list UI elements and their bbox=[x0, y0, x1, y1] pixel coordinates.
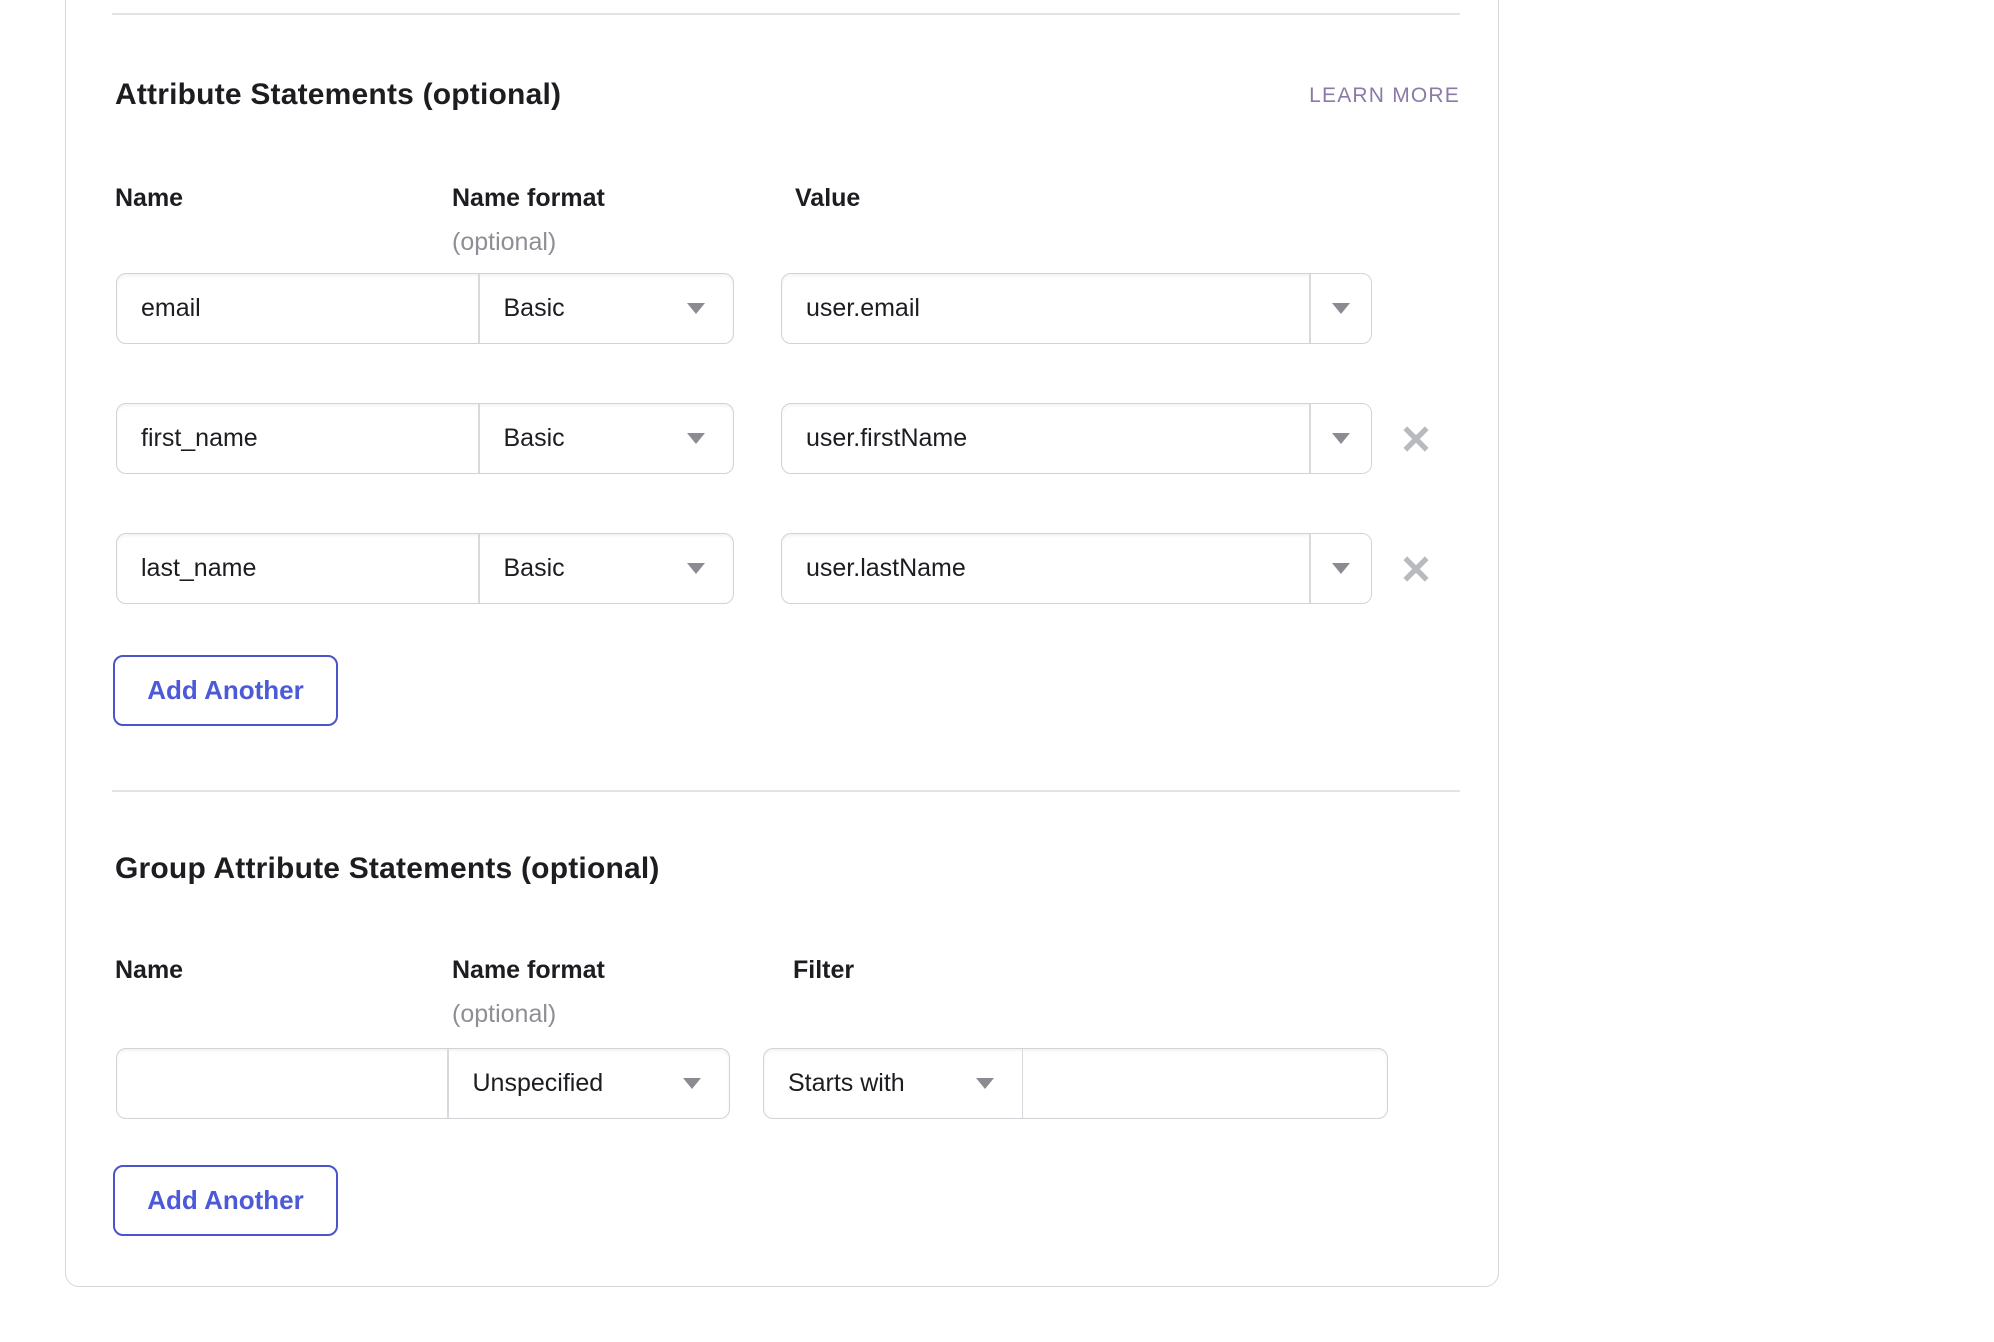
attribute-value-input[interactable] bbox=[782, 534, 1309, 603]
section-divider bbox=[112, 790, 1460, 792]
column-header-filter: Filter bbox=[793, 956, 854, 985]
attribute-row-2-value-group bbox=[781, 403, 1372, 474]
attribute-statements-title: Attribute Statements (optional) bbox=[115, 78, 561, 112]
group-filter-value-input[interactable] bbox=[1023, 1049, 1387, 1118]
attribute-name-format-value: Basic bbox=[504, 294, 565, 323]
top-divider bbox=[112, 13, 1460, 15]
column-header-value: Value bbox=[795, 184, 860, 213]
attribute-name-format-select[interactable]: Basic bbox=[480, 534, 734, 603]
remove-row-button[interactable] bbox=[1398, 551, 1434, 587]
x-mark-icon bbox=[1401, 424, 1431, 454]
attribute-value-dropdown-button[interactable] bbox=[1311, 274, 1372, 343]
attribute-name-input[interactable] bbox=[117, 534, 478, 603]
group-filter-type-value: Starts with bbox=[788, 1069, 905, 1098]
group-row-name-group: Unspecified bbox=[116, 1048, 730, 1119]
x-mark-icon bbox=[1401, 554, 1431, 584]
chevron-down-icon bbox=[683, 1078, 701, 1089]
attribute-value-input[interactable] bbox=[782, 404, 1309, 473]
chevron-down-icon bbox=[687, 563, 705, 574]
column-header-name: Name bbox=[115, 184, 183, 213]
attribute-row-3-name-group: Basic bbox=[116, 533, 734, 604]
remove-row-button[interactable] bbox=[1398, 421, 1434, 457]
column-hint-optional: (optional) bbox=[452, 228, 556, 257]
group-name-format-select[interactable]: Unspecified bbox=[449, 1049, 730, 1118]
chevron-down-icon bbox=[1332, 433, 1350, 444]
attribute-row-3-value-group bbox=[781, 533, 1372, 604]
attribute-name-format-value: Basic bbox=[504, 554, 565, 583]
group-attribute-statements-title: Group Attribute Statements (optional) bbox=[115, 852, 660, 886]
attribute-row-1-name-group: Basic bbox=[116, 273, 734, 344]
column-header-name: Name bbox=[115, 956, 183, 985]
group-row-filter-group: Starts with bbox=[763, 1048, 1388, 1119]
chevron-down-icon bbox=[976, 1078, 994, 1089]
learn-more-link[interactable]: LEARN MORE bbox=[1309, 84, 1460, 108]
column-hint-optional: (optional) bbox=[452, 1000, 556, 1029]
group-filter-type-select[interactable]: Starts with bbox=[764, 1049, 1022, 1118]
chevron-down-icon bbox=[687, 303, 705, 314]
chevron-down-icon bbox=[1332, 563, 1350, 574]
chevron-down-icon bbox=[1332, 303, 1350, 314]
attribute-value-input[interactable] bbox=[782, 274, 1309, 343]
attribute-row-2-name-group: Basic bbox=[116, 403, 734, 474]
attribute-name-format-value: Basic bbox=[504, 424, 565, 453]
attribute-name-input[interactable] bbox=[117, 274, 478, 343]
add-another-group-attribute-button[interactable]: Add Another bbox=[113, 1165, 338, 1236]
attribute-value-dropdown-button[interactable] bbox=[1311, 404, 1372, 473]
chevron-down-icon bbox=[687, 433, 705, 444]
attribute-value-dropdown-button[interactable] bbox=[1311, 534, 1372, 603]
group-name-input[interactable] bbox=[117, 1049, 447, 1118]
column-header-name-format: Name format bbox=[452, 956, 605, 985]
attribute-name-format-select[interactable]: Basic bbox=[480, 404, 734, 473]
add-another-attribute-button[interactable]: Add Another bbox=[113, 655, 338, 726]
attribute-name-input[interactable] bbox=[117, 404, 478, 473]
attribute-name-format-select[interactable]: Basic bbox=[480, 274, 734, 343]
group-name-format-value: Unspecified bbox=[473, 1069, 604, 1098]
settings-page: Attribute Statements (optional) LEARN MO… bbox=[0, 0, 1994, 1342]
column-header-name-format: Name format bbox=[452, 184, 605, 213]
attribute-row-1-value-group bbox=[781, 273, 1372, 344]
